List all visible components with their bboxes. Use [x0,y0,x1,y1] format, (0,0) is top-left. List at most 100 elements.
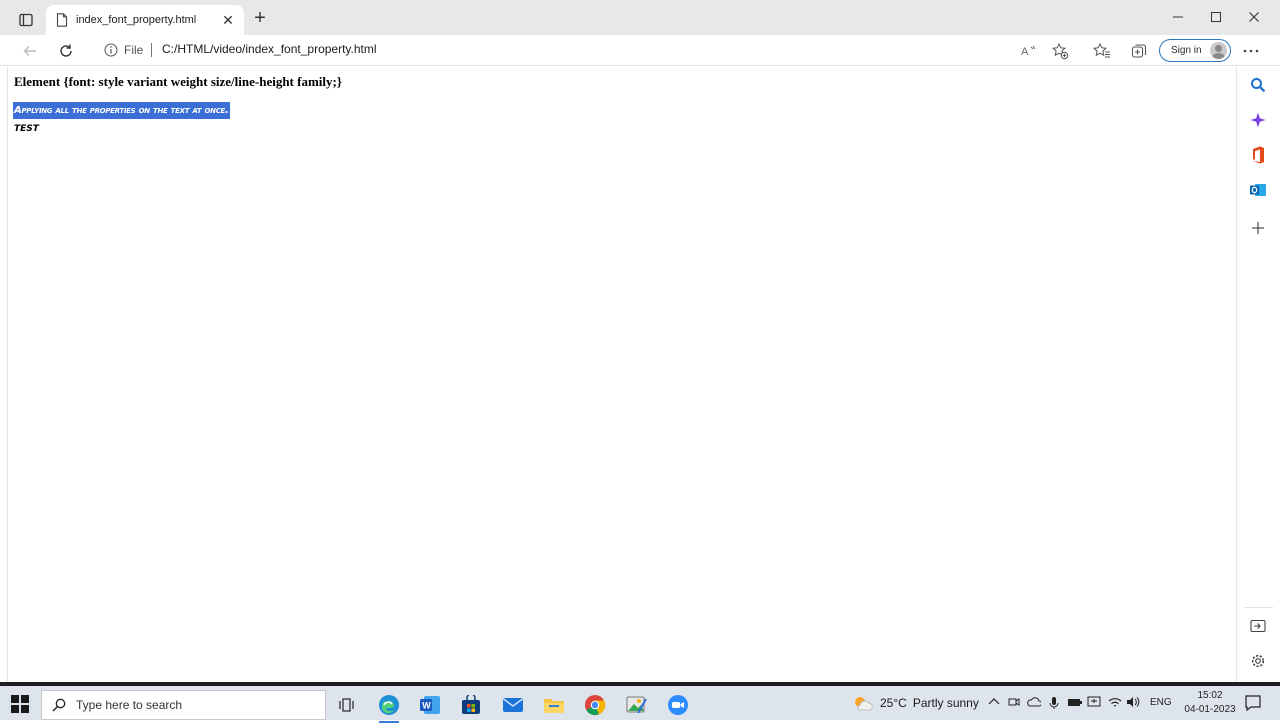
page-heading: Element {font: style variant weight size… [14,74,342,89]
sidebar-office-button[interactable] [1248,145,1268,165]
taskbar-zoom[interactable] [664,691,692,719]
plus-icon [1252,222,1264,234]
read-aloud-button[interactable]: A [1019,41,1039,61]
battery-icon [1068,699,1082,706]
taskbar-search-box[interactable]: Type here to search [41,690,326,720]
network-adapter-icon [1087,696,1101,707]
taskbar-paint[interactable] [622,691,650,719]
tab-bar: index_font_property.html ✕ + [0,0,1280,35]
signin-button[interactable]: Sign in [1159,39,1231,62]
refresh-icon [60,44,72,57]
close-icon [1249,12,1259,22]
tray-network-adapter[interactable] [1087,696,1101,711]
maximize-icon [1211,12,1221,22]
svg-text:A: A [1021,46,1029,58]
cloud-icon [1027,697,1042,707]
search-icon [1251,78,1266,93]
tray-onedrive[interactable] [1027,696,1042,711]
tab-title: index_font_property.html [76,14,197,26]
favorites-icon [1093,42,1110,58]
paint-icon [626,696,647,714]
windows-taskbar: Type here to search W 25°C Partly sunny [0,682,1280,723]
sidebar-add-button[interactable] [1248,218,1268,238]
collections-button[interactable] [1129,41,1149,61]
windows-logo-icon [11,695,19,703]
outlook-icon [1250,184,1266,196]
edge-icon [379,695,399,715]
sidebar-settings-button[interactable] [1248,651,1268,671]
weather-temp: 25°C [880,696,907,710]
svg-text:W: W [422,701,431,711]
close-window-button[interactable] [1234,6,1274,28]
read-aloud-icon: A [1021,45,1036,58]
clock-date: 04-01-2023 [1184,704,1236,715]
minimize-button[interactable] [1158,6,1198,28]
favorites-button[interactable] [1092,41,1112,61]
task-view-icon [339,698,354,712]
task-view-button[interactable] [333,691,361,719]
info-icon [104,43,118,57]
maximize-button[interactable] [1196,6,1236,28]
url-divider [151,43,152,57]
tray-battery[interactable] [1067,696,1083,711]
show-hidden-icons-button[interactable] [988,696,1000,709]
clock-time: 15:02 [1197,690,1223,701]
settings-more-button[interactable] [1241,41,1261,61]
new-tab-button[interactable]: + [251,8,269,28]
collections-icon [1131,44,1147,58]
tray-language[interactable]: ENG [1150,697,1172,708]
sidebar-search-button[interactable] [1248,75,1268,95]
file-icon [56,13,68,27]
taskbar-file-explorer[interactable] [540,691,568,719]
notification-icon [1245,695,1261,712]
tab-actions-icon [19,13,33,27]
sparkle-icon [1250,112,1266,128]
meet-now-icon [1008,698,1020,706]
zoom-icon [668,695,688,715]
taskbar-clock[interactable]: 15:02 04-01-2023 [1178,689,1242,717]
tray-wifi[interactable] [1108,696,1122,711]
add-favorite-button[interactable] [1050,41,1070,61]
chevron-up-icon [988,698,1000,705]
url-field[interactable]: C:/HTML/video/index_font_property.html [162,42,377,56]
taskbar-store[interactable] [457,691,485,719]
tab-active[interactable]: index_font_property.html ✕ [46,5,244,35]
star-add-icon [1051,42,1069,60]
sidebar-hide-button[interactable] [1248,616,1268,636]
microphone-icon [1049,697,1059,709]
tab-close-icon[interactable]: ✕ [220,12,236,28]
signin-label: Sign in [1171,45,1202,56]
sidebar-divider [1245,607,1273,608]
test-text: TEST [14,124,39,134]
sidebar-discover-button[interactable] [1248,110,1268,130]
tray-volume[interactable] [1126,696,1140,711]
hide-sidebar-icon [1250,619,1266,633]
store-icon [462,695,480,714]
search-placeholder: Type here to search [76,698,183,712]
taskbar-mail[interactable] [499,691,527,719]
selected-text: Applying all the properties on the text … [13,102,230,119]
tray-microphone[interactable] [1049,696,1059,713]
sidebar-outlook-button[interactable] [1248,180,1268,200]
mail-icon [503,698,523,712]
start-button[interactable] [11,695,29,713]
chrome-icon [585,695,606,716]
tab-actions-button[interactable] [12,9,40,31]
url-scheme-label: File [124,43,144,57]
gear-icon [1251,654,1265,668]
search-icon [52,698,66,712]
taskbar-edge[interactable] [375,691,403,723]
folder-icon [544,699,564,713]
taskbar-word[interactable]: W [416,691,444,719]
edge-sidebar [1236,67,1280,682]
weather-condition: Partly sunny [912,696,979,710]
back-button[interactable] [19,40,41,62]
site-info-button[interactable]: File [104,43,143,57]
taskbar-chrome[interactable] [581,691,609,719]
refresh-button[interactable] [55,40,77,62]
weather-widget[interactable]: 25°C Partly sunny [852,694,979,712]
tray-meet-now[interactable] [1008,696,1020,711]
back-arrow-icon [23,46,36,56]
notifications-button[interactable] [1244,694,1262,712]
page-viewport: Element {font: style variant weight size… [7,67,1235,682]
